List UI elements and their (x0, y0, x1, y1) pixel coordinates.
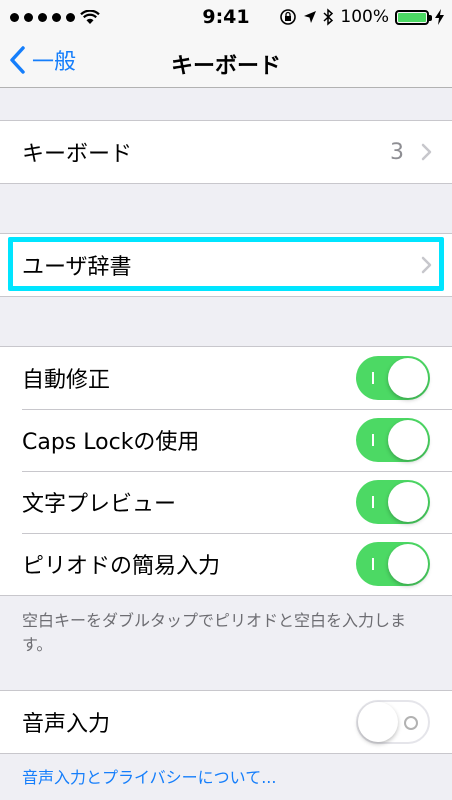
caps-lock-switch[interactable] (356, 418, 430, 462)
user-dictionary-label: ユーザ辞書 (22, 255, 132, 280)
auto-correction-label: 自動修正 (22, 368, 111, 393)
orientation-lock-icon (280, 9, 297, 25)
page-title: キーボード (170, 54, 281, 79)
dictation-switch[interactable] (356, 700, 430, 744)
user-dictionary-row[interactable]: ユーザ辞書 (0, 234, 452, 296)
dictation-label: 音声入力 (22, 712, 111, 737)
chevron-right-icon (421, 256, 432, 274)
typing-options-group: 自動修正 Caps Lockの使用 文字プレビュー ピリオドの簡易入力 (0, 346, 452, 596)
keyboards-group: キーボード 3 (0, 120, 452, 184)
character-preview-row: 文字プレビュー (0, 471, 452, 533)
dictation-privacy-link[interactable]: 音声入力とプライバシーについて... (22, 764, 276, 788)
auto-correction-switch[interactable] (356, 356, 430, 400)
dictation-group: 音声入力 (0, 690, 452, 754)
period-shortcut-switch[interactable] (356, 542, 430, 586)
dictation-row: 音声入力 (0, 691, 452, 753)
status-bar: 9:41 100% (0, 0, 452, 36)
bluetooth-icon (323, 8, 334, 26)
navigation-bar: 一般 キーボード (0, 36, 452, 88)
period-shortcut-row: ピリオドの簡易入力 (0, 533, 452, 595)
keyboards-count: 3 (390, 139, 404, 165)
battery-percent: 100% (340, 7, 389, 27)
location-icon (304, 11, 317, 23)
charging-icon (435, 9, 444, 25)
auto-correction-row: 自動修正 (0, 347, 452, 409)
period-shortcut-footnote: 空白キーをダブルタップでピリオドと空白を入力します。 (22, 611, 407, 654)
keyboards-label: キーボード (22, 142, 133, 167)
keyboards-row[interactable]: キーボード 3 (0, 121, 452, 183)
battery-icon (395, 9, 432, 25)
user-dictionary-group: ユーザ辞書 (0, 233, 452, 297)
caps-lock-label: Caps Lockの使用 (22, 430, 200, 455)
period-shortcut-label: ピリオドの簡易入力 (22, 554, 221, 579)
character-preview-switch[interactable] (356, 480, 430, 524)
character-preview-label: 文字プレビュー (22, 492, 177, 517)
caps-lock-row: Caps Lockの使用 (0, 409, 452, 471)
chevron-right-icon (421, 143, 432, 161)
